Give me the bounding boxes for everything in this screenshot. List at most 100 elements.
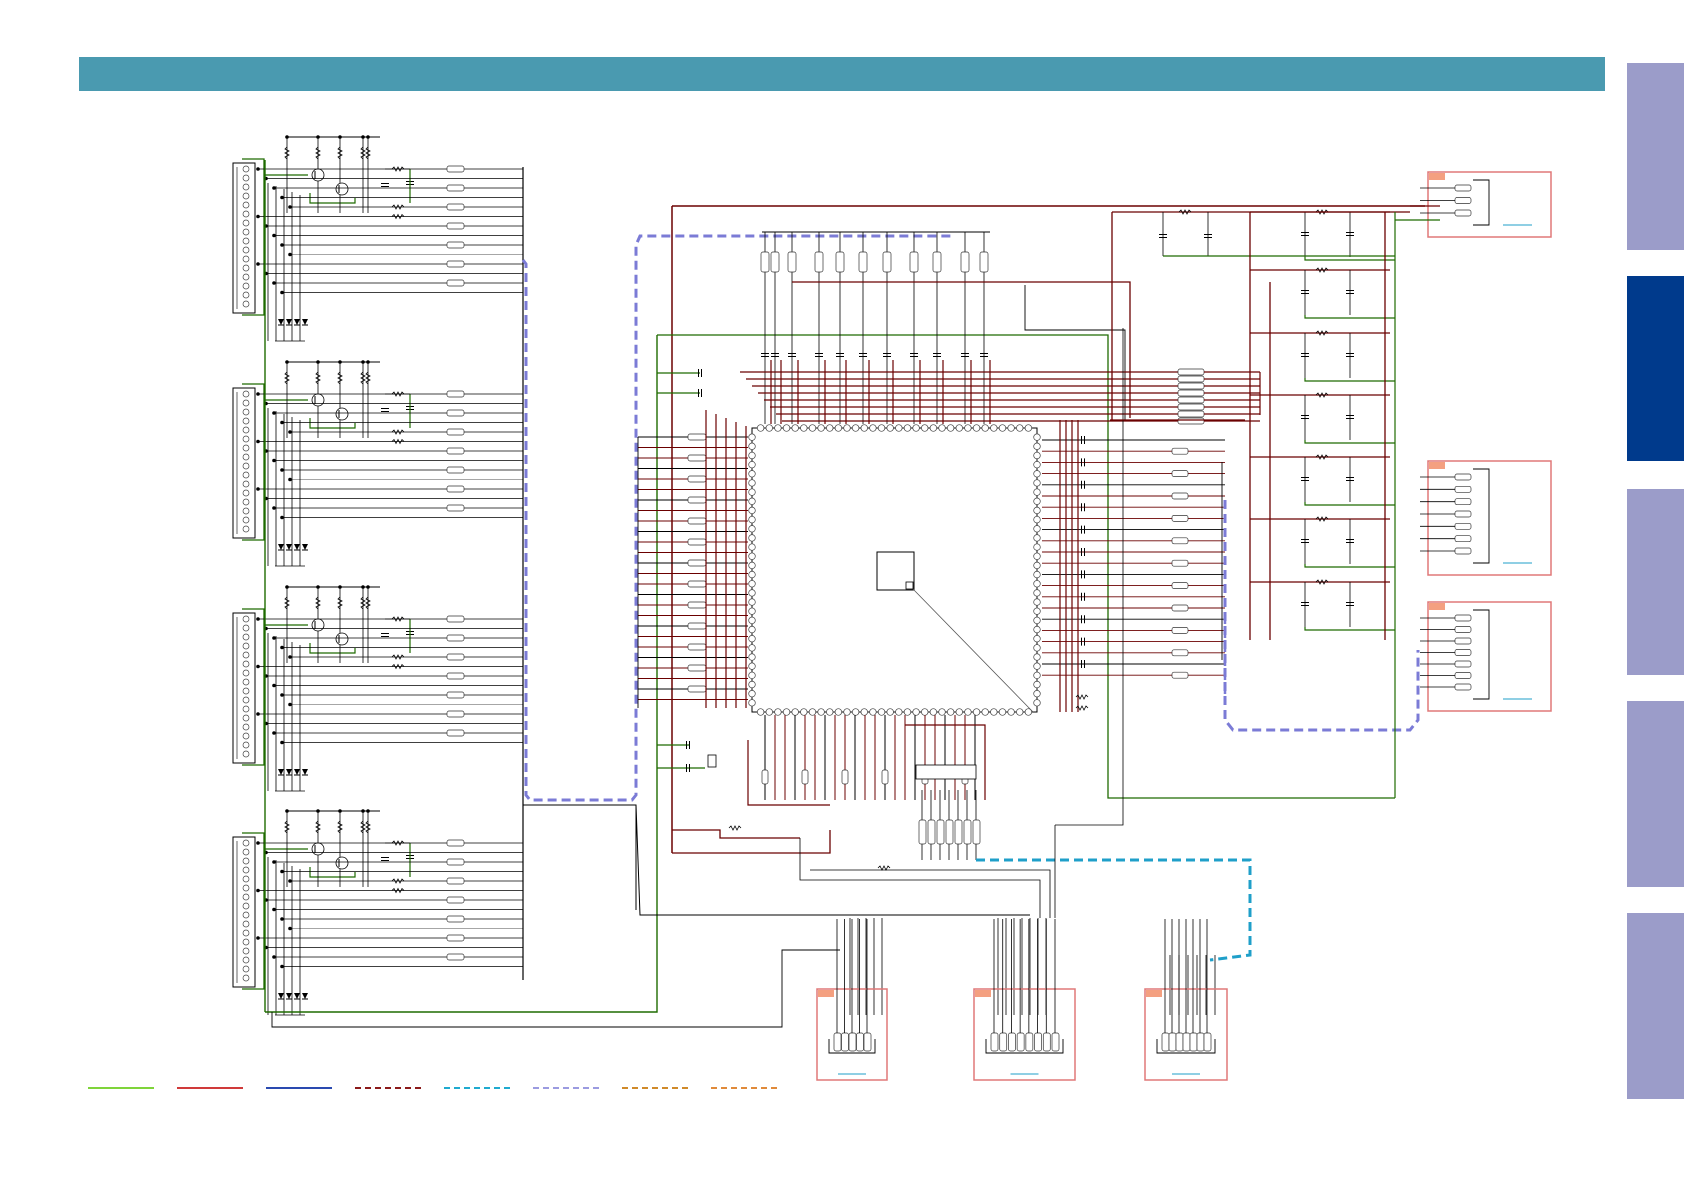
resistor-icon: [446, 839, 465, 847]
connector-pin: [242, 642, 250, 650]
transistor-icon: [311, 393, 325, 407]
connector-pin: [242, 174, 250, 182]
connector-pin: [1454, 209, 1472, 217]
resistor-icon: [687, 454, 707, 462]
connector-pin: [242, 965, 250, 973]
resistor-icon: [446, 710, 465, 718]
connector-pin: [242, 489, 250, 497]
junction-dot: [256, 487, 260, 491]
wire: [1055, 328, 1124, 826]
diode-icon: [302, 319, 308, 325]
junction-dot: [256, 392, 260, 396]
connector-pin: [242, 183, 250, 191]
connector-pin: [242, 660, 250, 668]
ic-pin-right: [1033, 534, 1041, 542]
resistor-icon: [446, 877, 465, 885]
ic-pin-bottom: [826, 708, 834, 716]
connector-body: [1473, 468, 1490, 564]
resistor-icon: [446, 896, 465, 904]
diode-icon: [286, 544, 292, 550]
ic-pin-bottom: [877, 708, 886, 716]
right-filter-section: [1110, 209, 1410, 798]
junction-dot: [280, 420, 284, 425]
ic-pin-bottom: [938, 708, 946, 716]
junction-dot: [280, 195, 284, 200]
connector-pin: [1454, 614, 1472, 622]
ic-pin-top: [817, 424, 825, 432]
connector-pin: [242, 399, 250, 407]
diode-icon: [294, 993, 300, 999]
connector-pin: [242, 705, 250, 713]
resistor-icon: [446, 390, 465, 398]
ic-pin-top: [972, 424, 981, 432]
ic-pin-bottom: [912, 708, 920, 716]
connector-pin: [242, 165, 250, 173]
connector-pin: [242, 696, 250, 704]
junction-dot: [272, 411, 276, 415]
ic-pin-right: [1033, 488, 1041, 496]
junction-dot: [256, 214, 260, 219]
connector-pin: [1454, 473, 1472, 481]
junction-dot: [280, 645, 284, 650]
ic-pin-top: [860, 424, 868, 432]
resistor-icon: [687, 664, 707, 672]
junction-dot: [288, 655, 292, 659]
resistor-icon: [801, 769, 809, 785]
green-wire: [1304, 378, 1395, 382]
junction-dot: [280, 740, 284, 745]
connector-pin: [242, 714, 250, 722]
resistor-icon: [446, 504, 465, 512]
ic-pin-right: [1033, 470, 1041, 478]
resistor-icon: [1177, 389, 1205, 397]
ic-pin-right: [1033, 460, 1041, 469]
filter-row-2: [1250, 267, 1395, 319]
connector-pin: [1454, 672, 1472, 679]
resistor-icon: [761, 769, 769, 785]
resistor-icon: [446, 184, 465, 192]
connector-pin: [1182, 1032, 1191, 1052]
ic-pin-left: [748, 662, 756, 670]
connector-pin: [242, 444, 250, 452]
dark-red-wire: [792, 281, 1131, 418]
connector-pin: [1161, 1032, 1170, 1052]
ic-pin-right: [1033, 598, 1041, 606]
junction-dot: [316, 809, 320, 813]
resistor-icon: [687, 559, 707, 567]
ic-pin-top: [843, 424, 851, 432]
ic-pin-bottom: [756, 708, 765, 716]
input-block-2: [232, 360, 523, 567]
filter-row-3: [1250, 330, 1395, 382]
transistor-icon: [335, 632, 349, 646]
ground-wire: [309, 643, 356, 654]
connector-pin: [242, 902, 250, 910]
green-wire: [1304, 502, 1395, 506]
resistor-icon: [960, 251, 970, 273]
ic-pin-top: [981, 424, 989, 432]
junction-dot: [272, 186, 276, 190]
connector-pin: [841, 1032, 849, 1052]
resistor-icon: [945, 819, 954, 845]
ic-pin-right: [1033, 616, 1041, 625]
transistor-icon: [311, 168, 325, 182]
ic-pin-top: [1024, 424, 1033, 432]
connector-pin: [1454, 626, 1472, 633]
diode-icon: [286, 769, 292, 775]
connector-pin: [1016, 1032, 1025, 1052]
junction-dot: [288, 252, 292, 257]
ic-pin-left: [748, 488, 756, 496]
connector-pin: [242, 471, 250, 479]
junction-dot: [316, 585, 320, 589]
resistor-icon: [687, 580, 707, 588]
junction-dot: [366, 135, 370, 139]
ic-pin-bottom: [843, 708, 851, 716]
resistor-icon: [954, 819, 963, 845]
connector-pin: [242, 615, 250, 623]
input-block-4: [232, 809, 523, 1016]
ic-pin-bottom: [851, 708, 860, 716]
resistor-array-icon: [915, 764, 977, 780]
junction-dot: [272, 636, 276, 640]
ic-pin-bottom: [964, 708, 972, 716]
ic-pin-left: [748, 543, 756, 551]
filter-row-7: [1250, 579, 1395, 631]
connector-pin: [242, 920, 250, 928]
